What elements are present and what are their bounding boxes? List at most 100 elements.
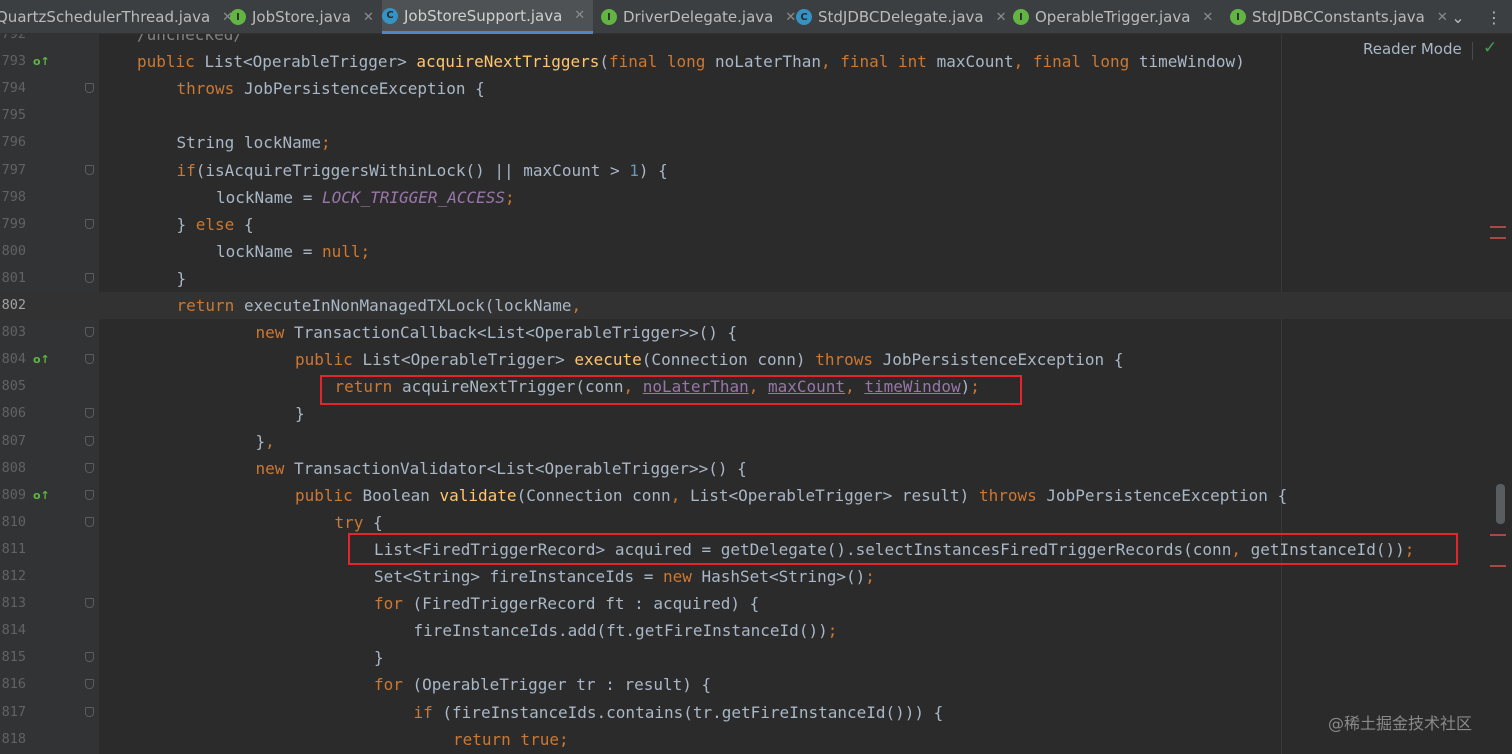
fold-marker-icon[interactable] (85, 516, 94, 527)
code-text[interactable]: } (374, 644, 384, 671)
line-number[interactable]: 818 (0, 726, 26, 753)
code-text[interactable]: new TransactionCallback<List<OperableTri… (256, 319, 738, 346)
reader-mode-button[interactable]: Reader Mode (1363, 40, 1462, 58)
close-icon[interactable]: ✕ (785, 10, 796, 25)
fold-marker-icon[interactable] (85, 408, 94, 419)
override-method-icon[interactable]: o↑ (33, 352, 55, 367)
fold-marker-icon[interactable] (85, 652, 94, 663)
code-line[interactable]: 812 Set<String> fireInstanceIds = new Has… (0, 563, 1512, 590)
close-icon[interactable]: ✕ (574, 8, 585, 23)
code-line[interactable]: 795 (0, 102, 1512, 129)
error-stripe-marker[interactable] (1490, 534, 1506, 536)
line-number[interactable]: 808 (0, 455, 26, 482)
code-text[interactable]: if(isAcquireTriggersWithinLock() || maxC… (177, 157, 668, 184)
line-number[interactable]: 810 (0, 509, 26, 536)
code-line[interactable]: 804 o↑ public List<OperableTrigger> execut… (0, 346, 1512, 373)
tab-stdjdbcconstants[interactable]: I StdJDBCConstants.java ✕ (1230, 0, 1448, 34)
code-line[interactable]: 807}, (0, 428, 1512, 455)
line-number[interactable]: 797 (0, 157, 26, 184)
code-line[interactable]: 817 if (fireInstanceIds.contains(tr.getFi… (0, 699, 1512, 726)
line-number[interactable]: 803 (0, 319, 26, 346)
tab-quartzschedulerthread[interactable]: QuartzSchedulerThread.java ✕ (0, 0, 233, 34)
line-number[interactable]: 801 (0, 265, 26, 292)
code-line[interactable]: 799 } else { (0, 211, 1512, 238)
fold-marker-icon[interactable] (85, 489, 94, 500)
code-text[interactable]: throws JobPersistenceException { (177, 75, 485, 102)
code-line[interactable]: 792/unchecked/ (0, 34, 1512, 48)
line-number[interactable]: 815 (0, 644, 26, 671)
code-text[interactable]: public Boolean validate(Connection conn,… (295, 482, 1287, 509)
tab-jobstore[interactable]: I JobStore.java ✕ (230, 0, 374, 34)
line-number[interactable]: 805 (0, 373, 26, 400)
tab-jobstoresupport[interactable]: C JobStoreSupport.java ✕ (382, 0, 593, 34)
code-text[interactable]: for (FiredTriggerRecord ft : acquired) { (374, 590, 759, 617)
code-text[interactable]: } (177, 265, 187, 292)
code-line[interactable]: 803 new TransactionCallback<List<Operable… (0, 319, 1512, 346)
tab-stdjdbcdelegate[interactable]: C StdJDBCDelegate.java ✕ (796, 0, 1007, 34)
code-text[interactable]: fireInstanceIds.add(ft.getFireInstanceId… (414, 617, 838, 644)
close-icon[interactable]: ✕ (1202, 10, 1213, 25)
code-text[interactable]: new TransactionValidator<List<OperableTr… (256, 455, 747, 482)
error-stripe-marker[interactable] (1490, 237, 1506, 239)
inspection-ok-icon[interactable]: ✓ (1483, 38, 1497, 58)
code-line[interactable]: 794 throws JobPersistenceException { (0, 75, 1512, 102)
code-line[interactable]: 796 String lockName; (0, 129, 1512, 156)
more-options-icon[interactable]: ⋮ (1482, 0, 1506, 34)
code-line[interactable]: 810 try { (0, 509, 1512, 536)
close-icon[interactable]: ✕ (996, 10, 1007, 25)
line-number[interactable]: 799 (0, 211, 26, 238)
override-method-icon[interactable]: o↑ (33, 488, 55, 503)
code-line[interactable]: 798 lockName = LOCK_TRIGGER_ACCESS; (0, 184, 1512, 211)
error-stripe-marker[interactable] (1490, 565, 1506, 567)
fold-marker-icon[interactable] (85, 83, 94, 94)
code-text[interactable]: if (fireInstanceIds.contains(tr.getFireI… (414, 699, 944, 726)
fold-marker-icon[interactable] (85, 462, 94, 473)
line-number[interactable]: 807 (0, 428, 26, 455)
close-icon[interactable]: ✕ (363, 10, 374, 25)
fold-marker-icon[interactable] (85, 679, 94, 690)
code-text[interactable]: Set<String> fireInstanceIds = new HashSe… (374, 563, 875, 590)
line-number[interactable]: 794 (0, 75, 26, 102)
code-text[interactable]: public List<OperableTrigger> acquireNext… (137, 48, 1245, 75)
code-line[interactable]: 793 o↑ public List<OperableTrigger> acquir… (0, 48, 1512, 75)
fold-marker-icon[interactable] (85, 164, 94, 175)
code-text[interactable]: } (295, 400, 305, 427)
line-number[interactable]: 809 (0, 482, 26, 509)
code-text[interactable]: for (OperableTrigger tr : result) { (374, 671, 711, 698)
error-stripe-marker[interactable] (1490, 226, 1506, 228)
line-number[interactable]: 811 (0, 536, 26, 563)
show-hidden-tabs-icon[interactable]: ⌄ (1444, 0, 1472, 34)
line-number[interactable]: 804 (0, 346, 26, 373)
line-number[interactable]: 817 (0, 699, 26, 726)
fold-marker-icon[interactable] (85, 435, 94, 446)
tab-operabletrigger[interactable]: I OperableTrigger.java ✕ (1013, 0, 1222, 34)
code-text[interactable]: String lockName; (177, 129, 331, 156)
code-text[interactable]: lockName = LOCK_TRIGGER_ACCESS; (216, 184, 515, 211)
code-line[interactable]: 802 return executeInNonManagedTXLock(lock… (0, 292, 1512, 319)
code-line[interactable]: 800 lockName = null; (0, 238, 1512, 265)
fold-marker-icon[interactable] (85, 272, 94, 283)
code-text[interactable]: public List<OperableTrigger> execute(Con… (295, 346, 1123, 373)
code-line[interactable]: 801} (0, 265, 1512, 292)
fold-marker-icon[interactable] (85, 327, 94, 338)
code-line[interactable]: 814 fireInstanceIds.add(ft.getFireInstanc… (0, 617, 1512, 644)
line-number[interactable]: 793 (0, 48, 26, 75)
code-text[interactable]: } else { (177, 211, 254, 238)
line-number[interactable]: 792 (0, 34, 26, 48)
code-line[interactable]: 815} (0, 644, 1512, 671)
code-line[interactable]: 818 return true; (0, 726, 1512, 753)
line-number[interactable]: 795 (0, 102, 26, 129)
tab-driverdelegate[interactable]: I DriverDelegate.java ✕ (601, 0, 796, 34)
line-number[interactable]: 813 (0, 590, 26, 617)
line-number[interactable]: 796 (0, 129, 26, 156)
line-number[interactable]: 814 (0, 617, 26, 644)
code-line[interactable]: 809 o↑ public Boolean validate(Connection … (0, 482, 1512, 509)
line-number[interactable]: 812 (0, 563, 26, 590)
code-text[interactable]: return true; (453, 726, 569, 753)
code-line[interactable]: 797 if(isAcquireTriggersWithinLock() || m… (0, 157, 1512, 184)
code-text[interactable]: }, (256, 428, 275, 455)
line-number[interactable]: 816 (0, 671, 26, 698)
line-number[interactable]: 800 (0, 238, 26, 265)
vertical-scrollbar-thumb[interactable] (1496, 484, 1505, 524)
line-number[interactable]: 806 (0, 400, 26, 427)
